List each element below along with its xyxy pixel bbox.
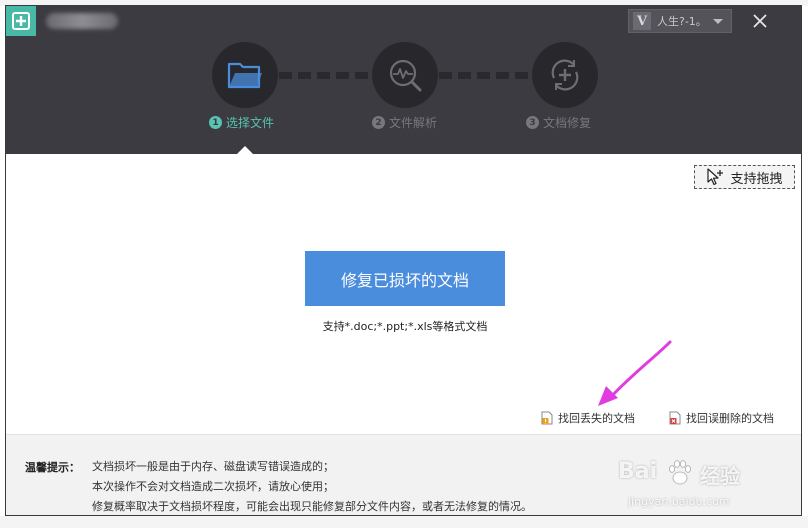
tips-footer: 温馨提示： 文档损坏一般是由于内存、磁盘读写错误造成的； 本次操作不会对文档造成… [6, 434, 801, 515]
find-deleted-documents-label: 找回误删除的文档 [686, 412, 774, 425]
step-3-circle [532, 42, 598, 108]
step-1-text: 选择文件 [226, 116, 275, 130]
close-button[interactable] [750, 11, 770, 31]
tip-line-3: 修复概率取决于文档损坏程度，可能会出现只能修复部分文件内容，或者无法修复的情况。 [92, 500, 532, 513]
step-connector-1 [279, 72, 371, 79]
find-deleted-documents-link[interactable]: 找回误删除的文档 [669, 410, 774, 426]
lost-document-icon [541, 411, 553, 425]
drag-support-label: 支持拖拽 [730, 171, 783, 187]
step-2-circle [372, 42, 438, 108]
refresh-plus-icon [551, 59, 579, 91]
tip-line-2: 本次操作不会对文档造成二次损坏，请放心使用； [92, 480, 334, 493]
step-connector-2 [439, 72, 531, 79]
step-1-label: 1 选择文件 [209, 114, 274, 131]
find-lost-documents-label: 找回丢失的文档 [558, 412, 635, 425]
magenta-arrow-annotation [598, 340, 672, 406]
step-3-text: 文档修复 [543, 116, 592, 130]
close-icon [753, 14, 767, 28]
user-avatar: V [633, 12, 651, 30]
folder-icon [227, 62, 262, 89]
magnifier-pulse-icon [389, 59, 422, 92]
step-3-number: 3 [526, 116, 539, 129]
step-1-circle [212, 42, 278, 108]
tip-line-1: 文档损坏一般是由于内存、磁盘读写错误造成的； [92, 460, 334, 473]
supported-formats-text: 支持*.doc;*.ppt;*.xls等格式文档 [322, 320, 488, 333]
step-2-number: 2 [372, 116, 385, 129]
plus-square-icon [6, 6, 36, 36]
user-account-dropdown[interactable]: V 人生?-1。 [628, 9, 732, 33]
step-3-label: 3 文档修复 [526, 114, 591, 131]
deleted-document-icon [669, 411, 681, 425]
cursor-plus-icon [707, 168, 724, 186]
chevron-down-icon [712, 18, 723, 24]
step-1-number: 1 [209, 116, 222, 129]
header-bar: V 人生?-1。 1 选择文件 2 文件解析 3 文档修复 [6, 6, 801, 155]
step-2-text: 文件解析 [389, 116, 438, 130]
tips-title: 温馨提示： [25, 461, 80, 474]
find-lost-documents-link[interactable]: 找回丢失的文档 [541, 410, 635, 426]
drag-support-box[interactable]: 支持拖拽 [694, 165, 795, 189]
active-step-pointer [236, 146, 254, 155]
step-2-label: 2 文件解析 [372, 114, 437, 131]
app-window: V 人生?-1。 1 选择文件 2 文件解析 3 文档修复 支持拖拽 修复已损坏… [5, 5, 802, 516]
blurred-window-title [46, 13, 118, 29]
background-page-strip-bottom [0, 516, 808, 528]
repair-document-button[interactable]: 修复已损坏的文档 [305, 251, 505, 306]
user-name: 人生?-1。 [657, 15, 707, 28]
